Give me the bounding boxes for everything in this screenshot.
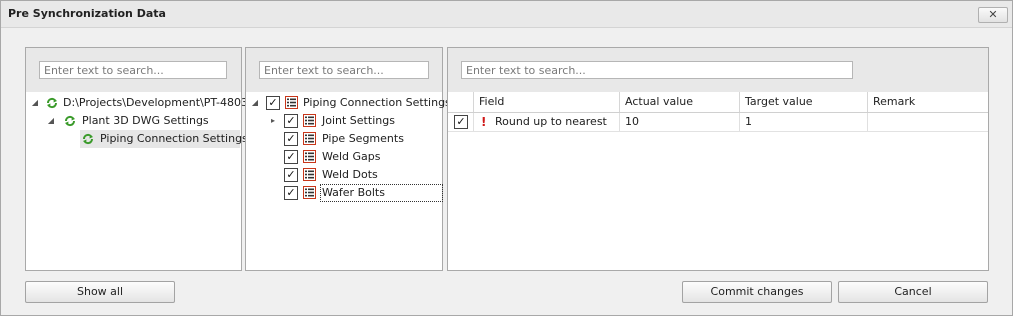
- tree-node-label: Plant 3D DWG Settings: [82, 114, 209, 127]
- table-row[interactable]: ✓ ! Round up to nearest 10 1: [448, 113, 988, 132]
- warning-icon: !: [481, 115, 487, 129]
- tree-node-label: Weld Gaps: [322, 150, 381, 163]
- target-value-column-header[interactable]: Target value: [740, 92, 868, 112]
- actual-value-column-header[interactable]: Actual value: [620, 92, 740, 112]
- tree-node-piping-connection-settings[interactable]: ◢ ✓ Piping Connection Settings: [246, 94, 451, 112]
- node-checkbox[interactable]: ✓: [284, 168, 298, 182]
- list-settings-icon: [303, 132, 316, 145]
- settings-tree-panel: ◢ ✓ Piping Connection Settings ▸ ✓ Joint…: [245, 47, 451, 271]
- tree-node-pipe-segments[interactable]: ✓ Pipe Segments: [246, 130, 441, 148]
- sync-icon: [64, 115, 76, 127]
- tree-node-joint-settings[interactable]: ▸ ✓ Joint Settings: [246, 112, 441, 130]
- tree-node-label: Pipe Segments: [322, 132, 404, 145]
- target-value-cell[interactable]: 1: [740, 113, 868, 131]
- close-icon: ✕: [988, 8, 998, 21]
- field-cell: ! Round up to nearest: [474, 113, 620, 131]
- tree-node-label: Piping Connection Settings: [100, 132, 248, 145]
- row-checkbox[interactable]: ✓: [454, 115, 468, 129]
- tree-node-weld-dots[interactable]: ✓ Weld Dots: [246, 166, 441, 184]
- tree-node-label: Piping Connection Settings: [303, 96, 451, 109]
- collapse-arrow-icon[interactable]: ▸: [268, 112, 278, 130]
- tree-node-label: Wafer Bolts: [320, 184, 443, 202]
- list-settings-icon: [303, 114, 316, 127]
- dialog-window: Pre Synchronization Data ✕ ◢ D:\Projects…: [0, 0, 1013, 316]
- node-checkbox[interactable]: ✓: [284, 114, 298, 128]
- title-bar: Pre Synchronization Data ✕: [1, 1, 1012, 28]
- sync-icon: [46, 97, 58, 109]
- tree-node-plant3d[interactable]: ◢ Plant 3D DWG Settings: [26, 112, 240, 130]
- list-settings-icon: [303, 186, 316, 199]
- row-select-cell: ✓: [448, 113, 474, 131]
- select-column-header[interactable]: [448, 92, 474, 112]
- grid-search-bar: [448, 48, 988, 92]
- tree-node-weld-gaps[interactable]: ✓ Weld Gaps: [246, 148, 441, 166]
- show-all-button[interactable]: Show all: [25, 281, 175, 303]
- remark-column-header[interactable]: Remark: [868, 92, 987, 112]
- field-value: Round up to nearest: [495, 115, 607, 128]
- dialog-title: Pre Synchronization Data: [8, 7, 166, 20]
- tree-node-label: D:\Projects\Development\PT-4803 - T: [63, 96, 266, 109]
- expand-arrow-icon[interactable]: ◢: [250, 94, 260, 112]
- remark-cell[interactable]: [868, 113, 987, 131]
- tree-node-project[interactable]: ◢ D:\Projects\Development\PT-4803 - T: [26, 94, 266, 112]
- source-tree-panel: ◢ D:\Projects\Development\PT-4803 - T ◢ …: [25, 47, 266, 271]
- actual-value-cell[interactable]: 10: [620, 113, 740, 131]
- list-settings-icon: [303, 168, 316, 181]
- commit-changes-button[interactable]: Commit changes: [682, 281, 832, 303]
- tree-node-label: Weld Dots: [322, 168, 378, 181]
- node-checkbox[interactable]: ✓: [284, 186, 298, 200]
- list-settings-icon: [303, 150, 316, 163]
- field-column-header[interactable]: Field: [474, 92, 620, 112]
- list-settings-icon: [285, 96, 298, 109]
- node-checkbox[interactable]: ✓: [266, 96, 280, 110]
- cancel-button[interactable]: Cancel: [838, 281, 988, 303]
- node-checkbox[interactable]: ✓: [284, 150, 298, 164]
- close-button[interactable]: ✕: [978, 7, 1008, 23]
- expand-arrow-icon[interactable]: ◢: [46, 112, 56, 130]
- sync-icon: [82, 133, 94, 145]
- grid-header: Field Actual value Target value Remark: [448, 92, 988, 113]
- tree-node-piping-connection[interactable]: Piping Connection Settings: [80, 130, 248, 148]
- source-search-bar: [26, 48, 241, 92]
- tree-node-label: Joint Settings: [322, 114, 395, 127]
- changes-grid-panel: Field Actual value Target value Remark ✓…: [447, 47, 989, 271]
- node-checkbox[interactable]: ✓: [284, 132, 298, 146]
- expand-arrow-icon[interactable]: ◢: [30, 94, 40, 112]
- settings-search-input[interactable]: [259, 61, 429, 79]
- source-search-input[interactable]: [39, 61, 227, 79]
- settings-search-bar: [246, 48, 442, 92]
- tree-node-wafer-bolts[interactable]: ✓ Wafer Bolts: [246, 184, 443, 202]
- grid-search-input[interactable]: [461, 61, 853, 79]
